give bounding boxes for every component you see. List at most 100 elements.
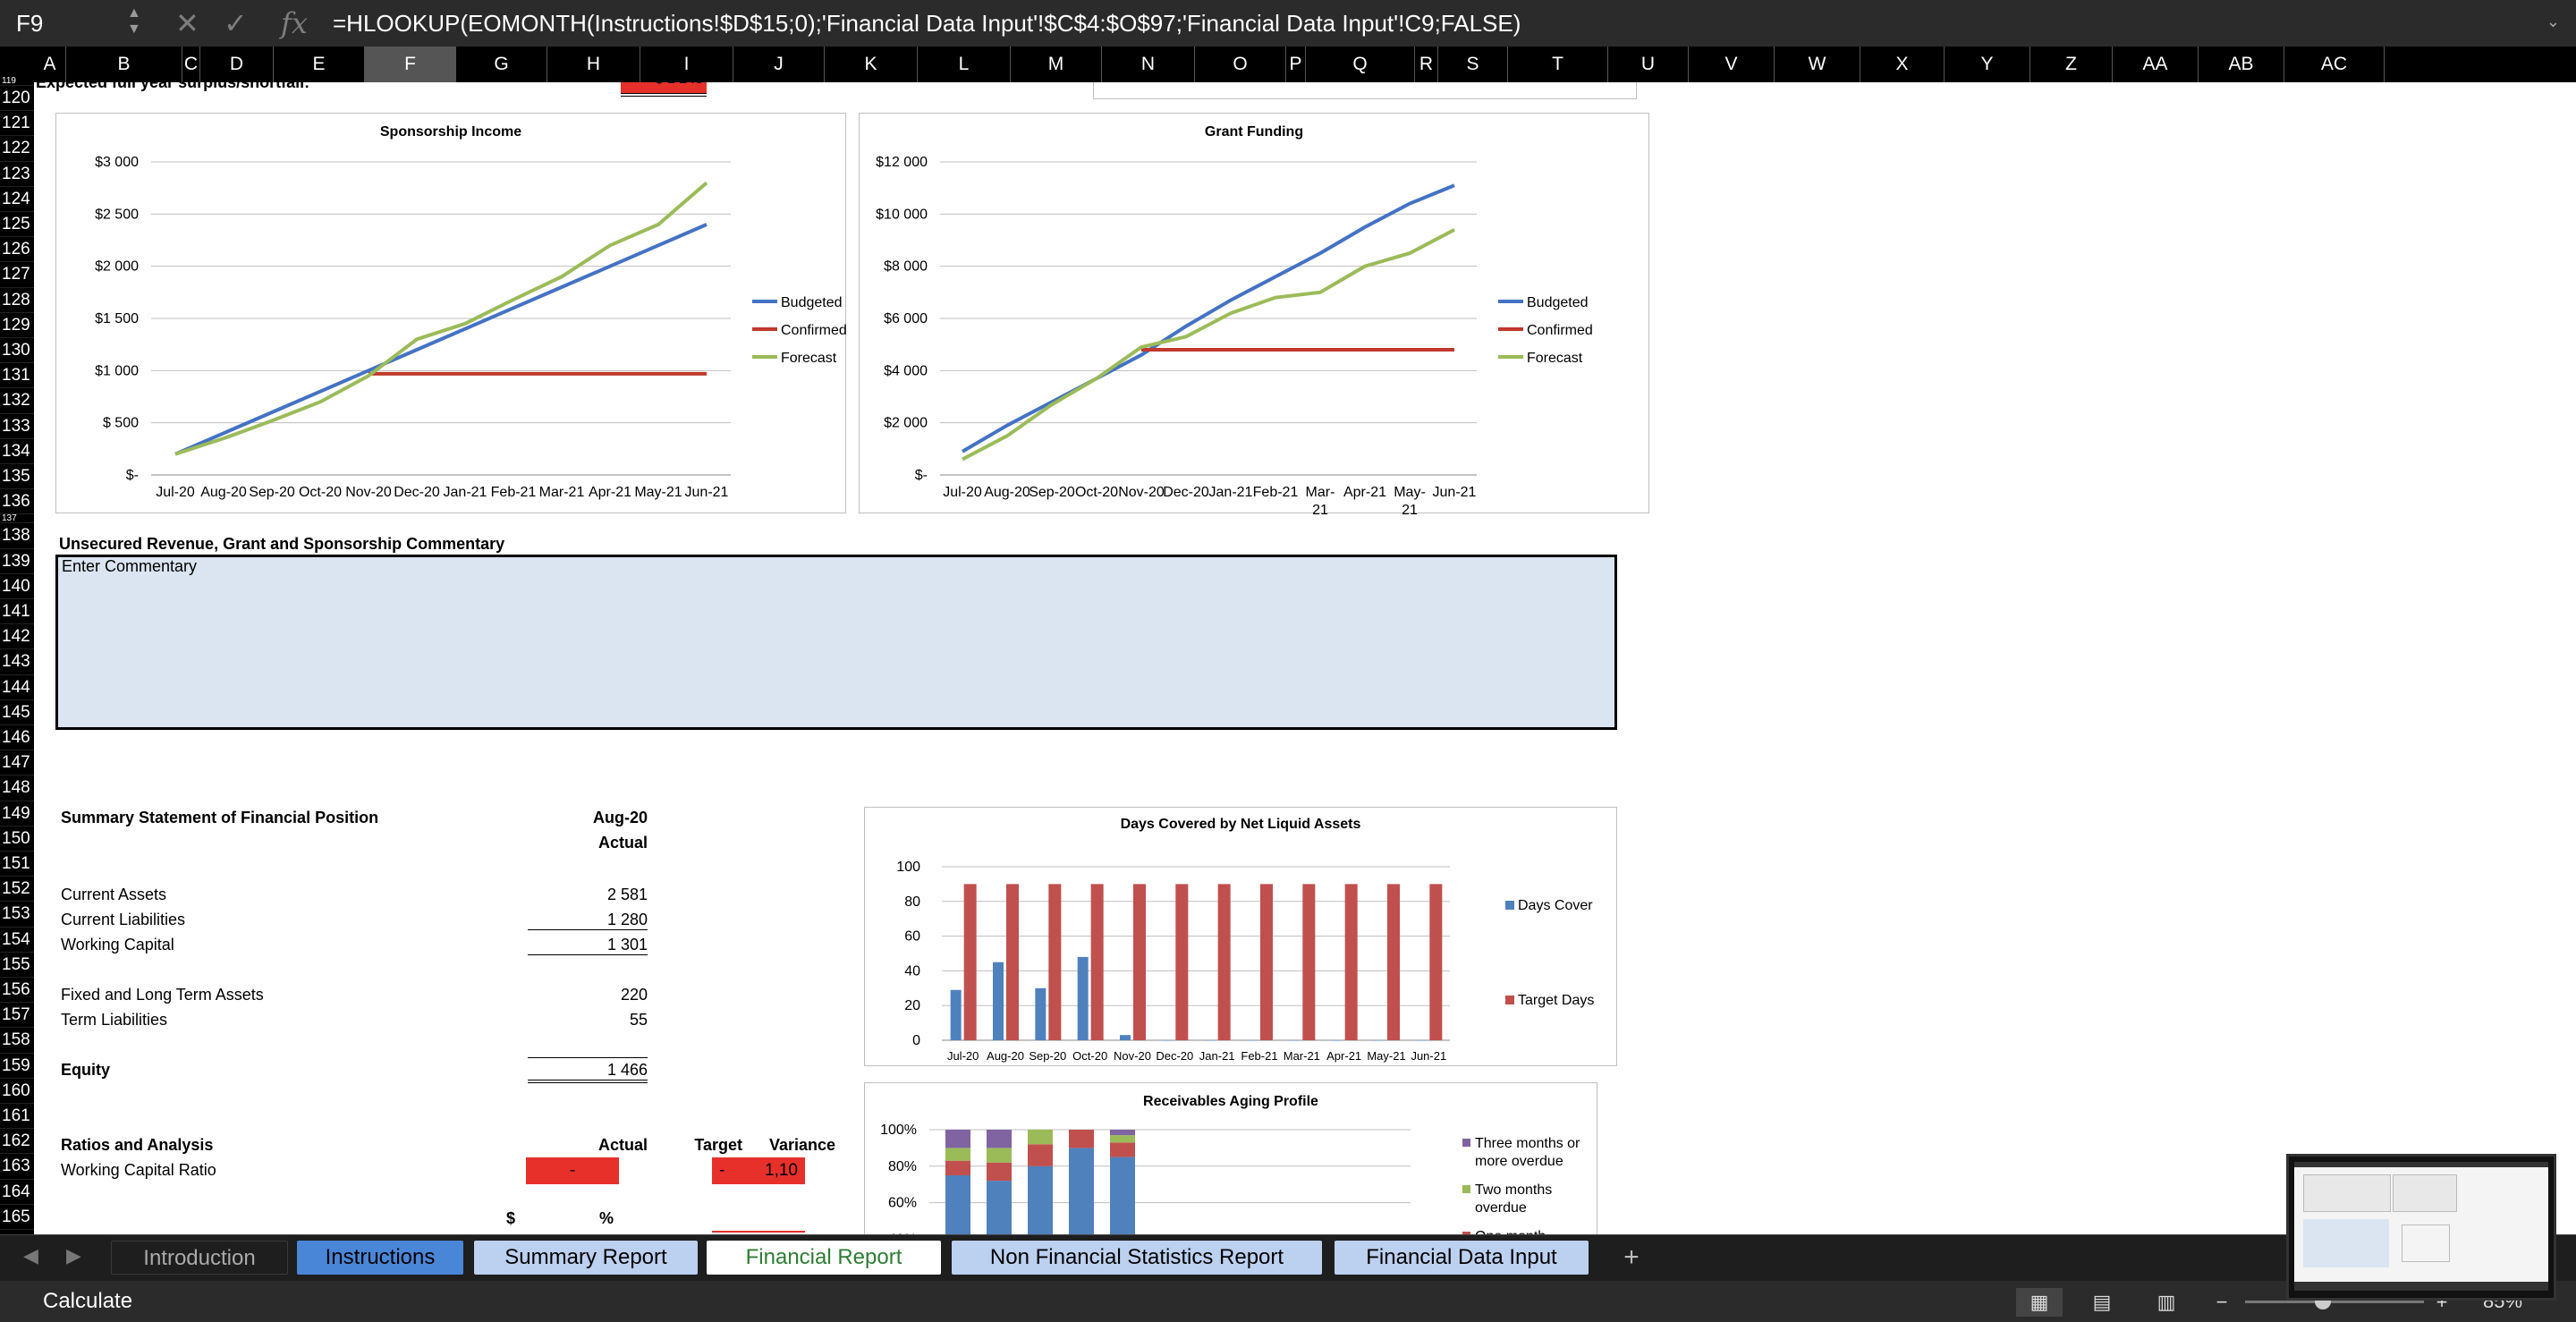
row-header-147[interactable]: 147: [0, 750, 34, 776]
row-header-120[interactable]: 120: [0, 86, 34, 112]
row-header-153[interactable]: 153: [0, 902, 34, 928]
tab-non-financial-statistics-report[interactable]: Non Financial Statistics Report: [952, 1241, 1322, 1275]
row-header-149[interactable]: 149: [0, 801, 34, 826]
name-box-stepper-icon[interactable]: ▲ ▼: [127, 5, 141, 38]
column-header-u[interactable]: U: [1608, 47, 1689, 82]
row-header-133[interactable]: 133: [0, 413, 34, 439]
row-header-161[interactable]: 161: [0, 1104, 34, 1130]
column-header-n[interactable]: N: [1102, 47, 1195, 82]
row-header-164[interactable]: 164: [0, 1179, 34, 1205]
column-header-e[interactable]: E: [274, 47, 365, 82]
row-header-152[interactable]: 152: [0, 877, 34, 903]
row-header-156[interactable]: 156: [0, 978, 34, 1004]
row-header-128[interactable]: 128: [0, 287, 34, 313]
row-header-150[interactable]: 150: [0, 826, 34, 852]
column-header-w[interactable]: W: [1775, 47, 1860, 82]
next-sheet-icon[interactable]: ▶: [66, 1244, 81, 1267]
column-header-o[interactable]: O: [1195, 47, 1286, 82]
row-header-158[interactable]: 158: [0, 1028, 34, 1054]
column-header-q[interactable]: Q: [1306, 47, 1415, 82]
column-header-s[interactable]: S: [1438, 47, 1508, 82]
row-header-157[interactable]: 157: [0, 1003, 34, 1029]
row-header-132[interactable]: 132: [0, 388, 34, 414]
row-header-134[interactable]: 134: [0, 438, 34, 464]
tab-financial-report[interactable]: Financial Report: [707, 1241, 941, 1275]
row-header-165[interactable]: 165: [0, 1204, 34, 1230]
column-header-ab[interactable]: AB: [2199, 47, 2284, 82]
zoom-slider[interactable]: [2245, 1293, 2424, 1309]
column-header-t[interactable]: T: [1508, 47, 1608, 82]
confirm-icon[interactable]: ✓: [224, 7, 248, 39]
column-header-r[interactable]: R: [1415, 47, 1438, 82]
page-break-icon[interactable]: ▥: [2143, 1288, 2190, 1317]
column-header-v[interactable]: V: [1689, 47, 1775, 82]
column-header-i[interactable]: I: [640, 47, 733, 82]
tab-introduction[interactable]: Introduction: [111, 1241, 288, 1275]
row-header-130[interactable]: 130: [0, 338, 34, 364]
row-header-138[interactable]: 138: [0, 523, 34, 549]
worksheet-grid[interactable]: Expected full year surplus/shortfall: -$…: [34, 82, 2576, 1234]
receivables-aging-chart[interactable]: Receivables Aging Profile 100%80%60%40%2…: [864, 1082, 1597, 1234]
row-header-123[interactable]: 123: [0, 161, 34, 187]
column-header-j[interactable]: J: [733, 47, 825, 82]
days-covered-chart[interactable]: Days Covered by Net Liquid Assets 100 80 6…: [864, 807, 1617, 1066]
row-header-126[interactable]: 126: [0, 237, 34, 263]
add-sheet-button[interactable]: +: [1615, 1241, 1648, 1275]
row-header-131[interactable]: 131: [0, 363, 34, 389]
formula-input[interactable]: =HLOOKUP(EOMONTH(Instructions!$D$15;0);'…: [333, 0, 1521, 47]
column-header-c[interactable]: C: [182, 47, 200, 82]
column-header-a[interactable]: A: [34, 47, 66, 82]
row-header-146[interactable]: 146: [0, 725, 34, 751]
column-header-f[interactable]: F: [365, 47, 456, 82]
row-header-139[interactable]: 139: [0, 548, 34, 574]
row-header-151[interactable]: 151: [0, 852, 34, 877]
row-header-148[interactable]: 148: [0, 775, 34, 801]
normal-view-icon[interactable]: ▦: [2016, 1288, 2063, 1317]
row-header-136[interactable]: 136: [0, 489, 34, 515]
grant-funding-chart[interactable]: Grant Funding $12 000 $10 000 $8 000 $6 000…: [859, 113, 1649, 514]
zoom-out-icon[interactable]: −: [2199, 1288, 2245, 1317]
row-header-121[interactable]: 121: [0, 111, 34, 137]
row-header-135[interactable]: 135: [0, 464, 34, 490]
row-header-137[interactable]: 137: [0, 514, 34, 524]
row-header-124[interactable]: 124: [0, 186, 34, 212]
column-header-d[interactable]: D: [200, 47, 274, 82]
row-header-145[interactable]: 145: [0, 699, 34, 725]
row-header-143[interactable]: 143: [0, 649, 34, 675]
row-header-125[interactable]: 125: [0, 212, 34, 238]
column-header-aa[interactable]: AA: [2113, 47, 2199, 82]
row-header-159[interactable]: 159: [0, 1053, 34, 1079]
row-header-119[interactable]: 119: [0, 77, 34, 86]
commentary-input[interactable]: Enter Commentary: [55, 555, 1617, 730]
column-header-z[interactable]: Z: [2030, 47, 2113, 82]
tab-instructions[interactable]: Instructions: [297, 1241, 463, 1275]
column-header-x[interactable]: X: [1860, 47, 1945, 82]
function-icon[interactable]: fx: [281, 7, 308, 39]
row-header-163[interactable]: 163: [0, 1154, 34, 1180]
row-header-144[interactable]: 144: [0, 674, 34, 700]
column-header-y[interactable]: Y: [1945, 47, 2030, 82]
row-header-154[interactable]: 154: [0, 927, 34, 953]
tab-financial-data-input[interactable]: Financial Data Input: [1335, 1241, 1589, 1275]
sponsorship-income-chart[interactable]: Sponsorship Income $3 000 $2 500 $2 000 $1 …: [55, 113, 847, 513]
row-header-129[interactable]: 129: [0, 312, 34, 338]
column-header-b[interactable]: B: [66, 47, 182, 82]
row-header-140[interactable]: 140: [0, 573, 34, 599]
page-layout-icon[interactable]: ▤: [2079, 1288, 2125, 1317]
column-header-m[interactable]: M: [1011, 47, 1102, 82]
row-header-141[interactable]: 141: [0, 599, 34, 625]
tab-summary-report[interactable]: Summary Report: [474, 1241, 698, 1275]
column-header-p[interactable]: P: [1286, 47, 1306, 82]
cancel-icon[interactable]: ✕: [175, 7, 199, 39]
column-header-k[interactable]: K: [825, 47, 918, 82]
column-header-ac[interactable]: AC: [2284, 47, 2385, 82]
column-header-g[interactable]: G: [456, 47, 547, 82]
row-header-142[interactable]: 142: [0, 624, 34, 650]
window-thumbnail[interactable]: [2286, 1154, 2556, 1301]
prev-sheet-icon[interactable]: ◀: [23, 1244, 38, 1267]
row-header-122[interactable]: 122: [0, 136, 34, 162]
row-header-155[interactable]: 155: [0, 952, 34, 978]
expand-formula-icon[interactable]: ⌄: [2546, 13, 2560, 31]
column-header-h[interactable]: H: [547, 47, 640, 82]
row-header-127[interactable]: 127: [0, 262, 34, 288]
